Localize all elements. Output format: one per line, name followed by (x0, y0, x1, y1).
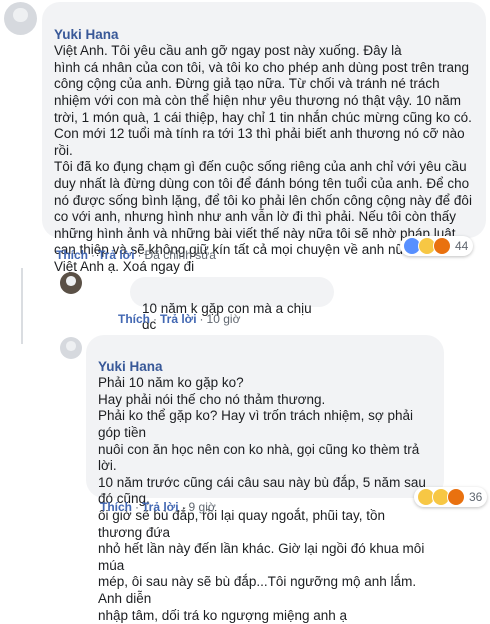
avatar[interactable] (60, 337, 82, 359)
angry-reaction-icon (447, 488, 465, 506)
reaction-count: 36 (469, 490, 483, 504)
timestamp: 10 giờ (206, 312, 241, 326)
reaction-summary[interactable]: 36 (414, 487, 488, 507)
reply-link[interactable]: Trả lời (160, 312, 197, 326)
like-link[interactable]: Thích (100, 500, 132, 514)
reply-actions: Thích · Trả lời · 10 giờ (118, 312, 241, 326)
reply-bubble: Yuki Hana Phải 10 năm ko gặp ko? Hay phả… (86, 335, 444, 623)
reply-link[interactable]: Trả lời (98, 248, 135, 262)
reply-text: Phải 10 năm ko gặp ko? Hay phải nói thế … (98, 375, 426, 623)
angry-reaction-icon (433, 237, 451, 255)
avatar[interactable] (4, 2, 37, 35)
comment-actions: Thích · Trả lời · Đã chỉnh sửa (56, 248, 216, 262)
thread-line (21, 304, 23, 344)
reaction-summary[interactable]: 44 (400, 236, 474, 256)
like-link[interactable]: Thích (56, 248, 88, 262)
timestamp: 9 giờ (188, 500, 216, 514)
reply-link[interactable]: Trả lời (142, 500, 179, 514)
thread-line (21, 268, 23, 304)
like-link[interactable]: Thích (118, 312, 150, 326)
reply-actions: Thích · Trả lời · 9 giờ (100, 500, 216, 514)
reply-bubble: 10 năm k gặp con mà a chịu dc (130, 277, 334, 332)
comment-bubble: Yuki Hana Việt Anh. Tôi yêu cầu anh gỡ n… (42, 2, 486, 274)
reply-author[interactable]: Yuki Hana (98, 359, 163, 374)
comment-author[interactable]: Yuki Hana (54, 27, 119, 42)
edited-label: Đã chỉnh sửa (144, 248, 216, 262)
reaction-count: 44 (455, 239, 469, 253)
avatar[interactable] (60, 272, 82, 294)
